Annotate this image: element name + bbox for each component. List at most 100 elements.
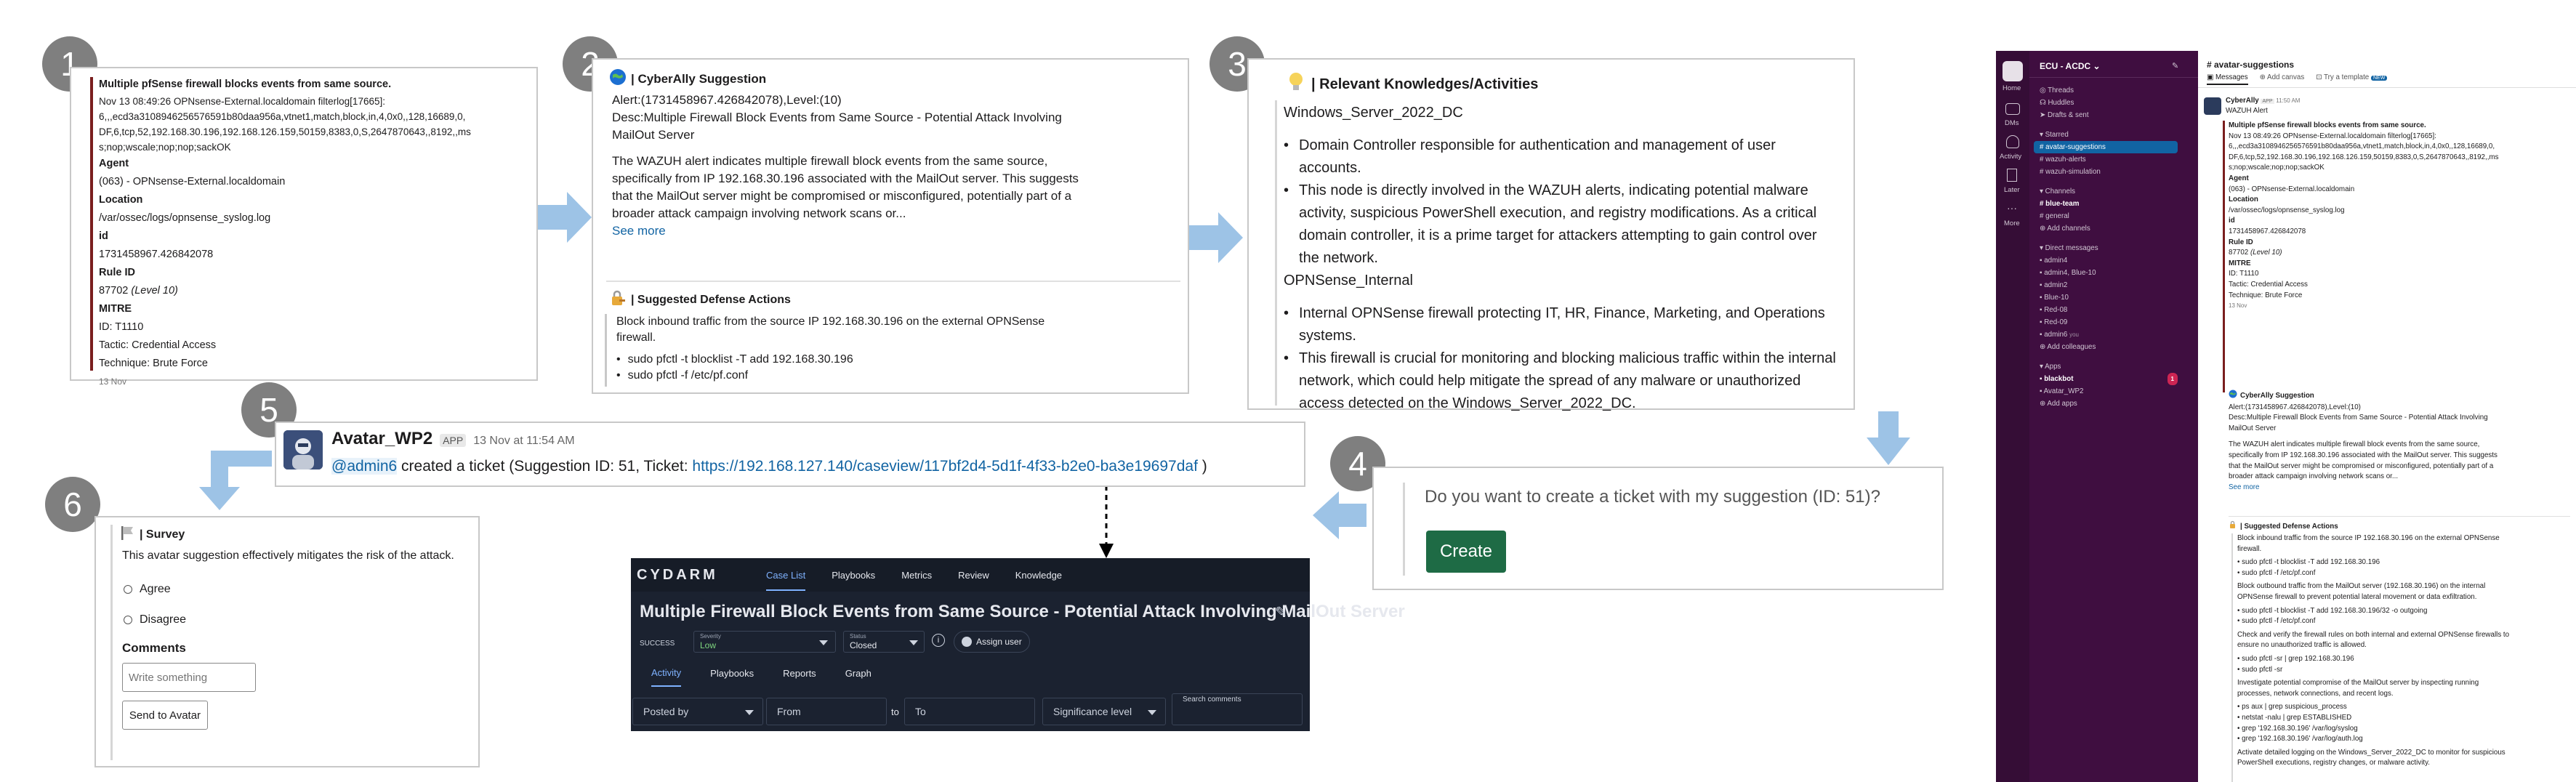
dm-item[interactable]: ▪ Red-08 — [2040, 304, 2178, 316]
comments-input[interactable] — [122, 663, 256, 692]
arrow-2-to-3 — [1189, 212, 1243, 263]
ticket-link[interactable]: https://192.168.127.140/caseview/117bf2d… — [692, 458, 1198, 475]
channels-section[interactable]: ▾ Channels — [2040, 185, 2178, 198]
cydarm-logo: CYDARM — [637, 567, 718, 583]
sidebar-huddles[interactable]: ☊ Huddles — [2040, 97, 2178, 109]
suggestion-alert-line: Alert:(1731458967.426842078),Level:(10) — [612, 93, 842, 107]
posted-by-select[interactable]: Posted by — [632, 698, 763, 725]
channel-wazuh-alerts[interactable]: # wazuh-alerts — [2040, 153, 2178, 166]
info-icon[interactable]: i — [932, 634, 945, 647]
rail-dms[interactable]: DMs — [2005, 119, 2019, 127]
slack-alert-date: 13 Nov — [2229, 302, 2247, 310]
arrow-3-to-4 — [1867, 411, 1910, 465]
app-tag: APP — [440, 434, 467, 447]
bot-name[interactable]: CyberAlly — [2226, 97, 2259, 105]
sidebar-threads[interactable]: ◎ Threads — [2040, 84, 2178, 97]
nav-playbooks[interactable]: Playbooks — [832, 570, 875, 581]
survey-option-agree[interactable]: Agree — [124, 574, 186, 605]
dm-item[interactable]: ▪ admin4, Blue-10 — [2040, 267, 2178, 279]
bot-avatar[interactable] — [2204, 97, 2221, 115]
sidebar-drafts[interactable]: ➤ Drafts & sent — [2040, 109, 2178, 121]
alert-log-line: s;nop;wscale;nop;nop;sackOK — [99, 142, 231, 153]
status-select[interactable]: Status Closed — [843, 631, 925, 653]
rail-activity[interactable]: Activity — [2000, 153, 2021, 161]
tab-add-canvas[interactable]: ⊕ Add canvas — [2260, 73, 2305, 85]
channel-blue-team[interactable]: # blue-team — [2040, 198, 2178, 210]
send-to-avatar-button[interactable]: Send to Avatar — [122, 701, 208, 730]
tab-messages[interactable]: ▣ Messages — [2207, 73, 2248, 85]
bot-subtitle: WAZUH Alert — [2226, 107, 2268, 115]
user-mention[interactable]: @admin6 — [331, 458, 398, 475]
globe-icon — [2229, 390, 2237, 403]
rail-more[interactable]: More — [2004, 219, 2020, 227]
dm-section[interactable]: ▾ Direct messages — [2040, 242, 2178, 254]
bell-icon[interactable] — [2006, 135, 2019, 148]
rule-level: (Level 10) — [131, 285, 178, 297]
location-value: /var/ossec/logs/opnsense_syslog.log — [99, 212, 271, 224]
from-date-input[interactable]: From — [766, 698, 887, 725]
survey-option-disagree[interactable]: Disagree — [124, 605, 186, 635]
rail-later[interactable]: Later — [2004, 186, 2020, 194]
slack-mitre-id: ID: T1110 — [2229, 270, 2259, 278]
see-more-link[interactable]: See more — [612, 222, 1173, 240]
suggestion-title: | CyberAlly Suggestion — [631, 71, 767, 86]
dm-item[interactable]: ▪ Red-09 — [2040, 316, 2178, 328]
arrow-4-to-5 — [1313, 491, 1367, 539]
slack-suggestion-body: The WAZUH alert indicates multiple firew… — [2229, 440, 2480, 449]
starred-section[interactable]: ▾ Starred — [2040, 129, 2178, 141]
dm-item[interactable]: ▪ Blue-10 — [2040, 291, 2178, 304]
apps-section[interactable]: ▾ Apps — [2040, 360, 2178, 373]
avatar-name[interactable]: Avatar_WP2 — [331, 429, 432, 449]
slack-log-line: 6,,,ecd3a3108946256576591b80daa956a,vtne… — [2229, 142, 2495, 151]
dm-item[interactable]: ▪ admin4 — [2040, 254, 2178, 267]
slack-defense-list: Block inbound traffic from the source IP… — [2237, 534, 2510, 767]
tab-playbooks[interactable]: Playbooks — [710, 668, 754, 679]
arrow-1-to-2 — [538, 192, 592, 243]
significance-select[interactable]: Significance level — [1042, 698, 1166, 725]
divider — [2229, 516, 2570, 517]
dm-item[interactable]: ▪ admin2 — [2040, 279, 2178, 291]
slack-id-label: id — [2229, 217, 2235, 225]
dashed-arrow-to-cydarm — [1099, 485, 1114, 558]
ticket-message-end: ) — [1197, 458, 1207, 475]
channel-title[interactable]: # avatar-suggestions — [2207, 60, 2294, 70]
add-colleagues[interactable]: ⊕ Add colleagues — [2040, 341, 2178, 353]
to-date-input[interactable]: To — [904, 698, 1035, 725]
assign-user-button[interactable]: Assign user — [954, 631, 1030, 653]
knowledge-title: | Relevant Knowledges/Activities — [1311, 76, 1539, 92]
add-apps[interactable]: ⊕ Add apps — [2040, 398, 2178, 410]
nav-knowledge[interactable]: Knowledge — [1015, 570, 1062, 581]
divider — [2198, 87, 2576, 88]
suggestion-desc-line: MailOut Server — [612, 128, 695, 142]
app-avatar[interactable]: ▪ Avatar_WP2 — [2040, 385, 2178, 398]
more-dots-icon[interactable]: ··· — [2007, 202, 2017, 214]
add-channels[interactable]: ⊕ Add channels — [2040, 222, 2178, 235]
channel-avatar-suggestions[interactable]: # avatar-suggestions — [2034, 141, 2178, 153]
bookmark-icon[interactable] — [2007, 169, 2017, 182]
rail-home[interactable]: Home — [2003, 84, 2021, 92]
tab-template[interactable]: ⊡ Try a template NEW — [2316, 73, 2388, 85]
dm-icon[interactable] — [2005, 103, 2020, 115]
cydarm-navbar: CYDARM Case List Playbooks Metrics Revie… — [631, 558, 1310, 592]
channel-general[interactable]: # general — [2040, 210, 2178, 222]
compose-icon[interactable]: ✎ — [2172, 61, 2178, 70]
nav-metrics[interactable]: Metrics — [901, 570, 932, 581]
nav-review[interactable]: Review — [958, 570, 989, 581]
channel-wazuh-simulation[interactable]: # wazuh-simulation — [2040, 166, 2178, 178]
slack-see-more[interactable]: See more — [2229, 483, 2570, 493]
search-comments-input[interactable]: Search comments — [1172, 693, 1303, 725]
edit-pencil-icon[interactable]: ✎ — [1275, 603, 1287, 621]
tab-graph[interactable]: Graph — [845, 668, 872, 679]
severity-select[interactable]: Severity Low — [693, 631, 836, 653]
workspace-icon[interactable] — [2003, 61, 2023, 81]
tab-activity[interactable]: Activity — [651, 660, 682, 687]
tab-reports[interactable]: Reports — [783, 668, 816, 679]
app-blackbot[interactable]: ▪ blackbot 1 — [2040, 373, 2178, 385]
create-ticket-button[interactable]: Create — [1426, 531, 1506, 573]
nav-case-list[interactable]: Case List — [766, 560, 806, 591]
rule-id-label: Rule ID — [99, 267, 135, 278]
avatar-message-panel: Avatar_WP2 APP 13 Nov at 11:54 AM @admin… — [275, 422, 1305, 487]
workspace-name[interactable]: ECU - ACDC ⌄ — [2040, 61, 2101, 71]
dm-item[interactable]: ▪ admin6 you — [2040, 328, 2178, 341]
ticket-prompt-panel: Do you want to create a ticket with my s… — [1372, 467, 1944, 590]
